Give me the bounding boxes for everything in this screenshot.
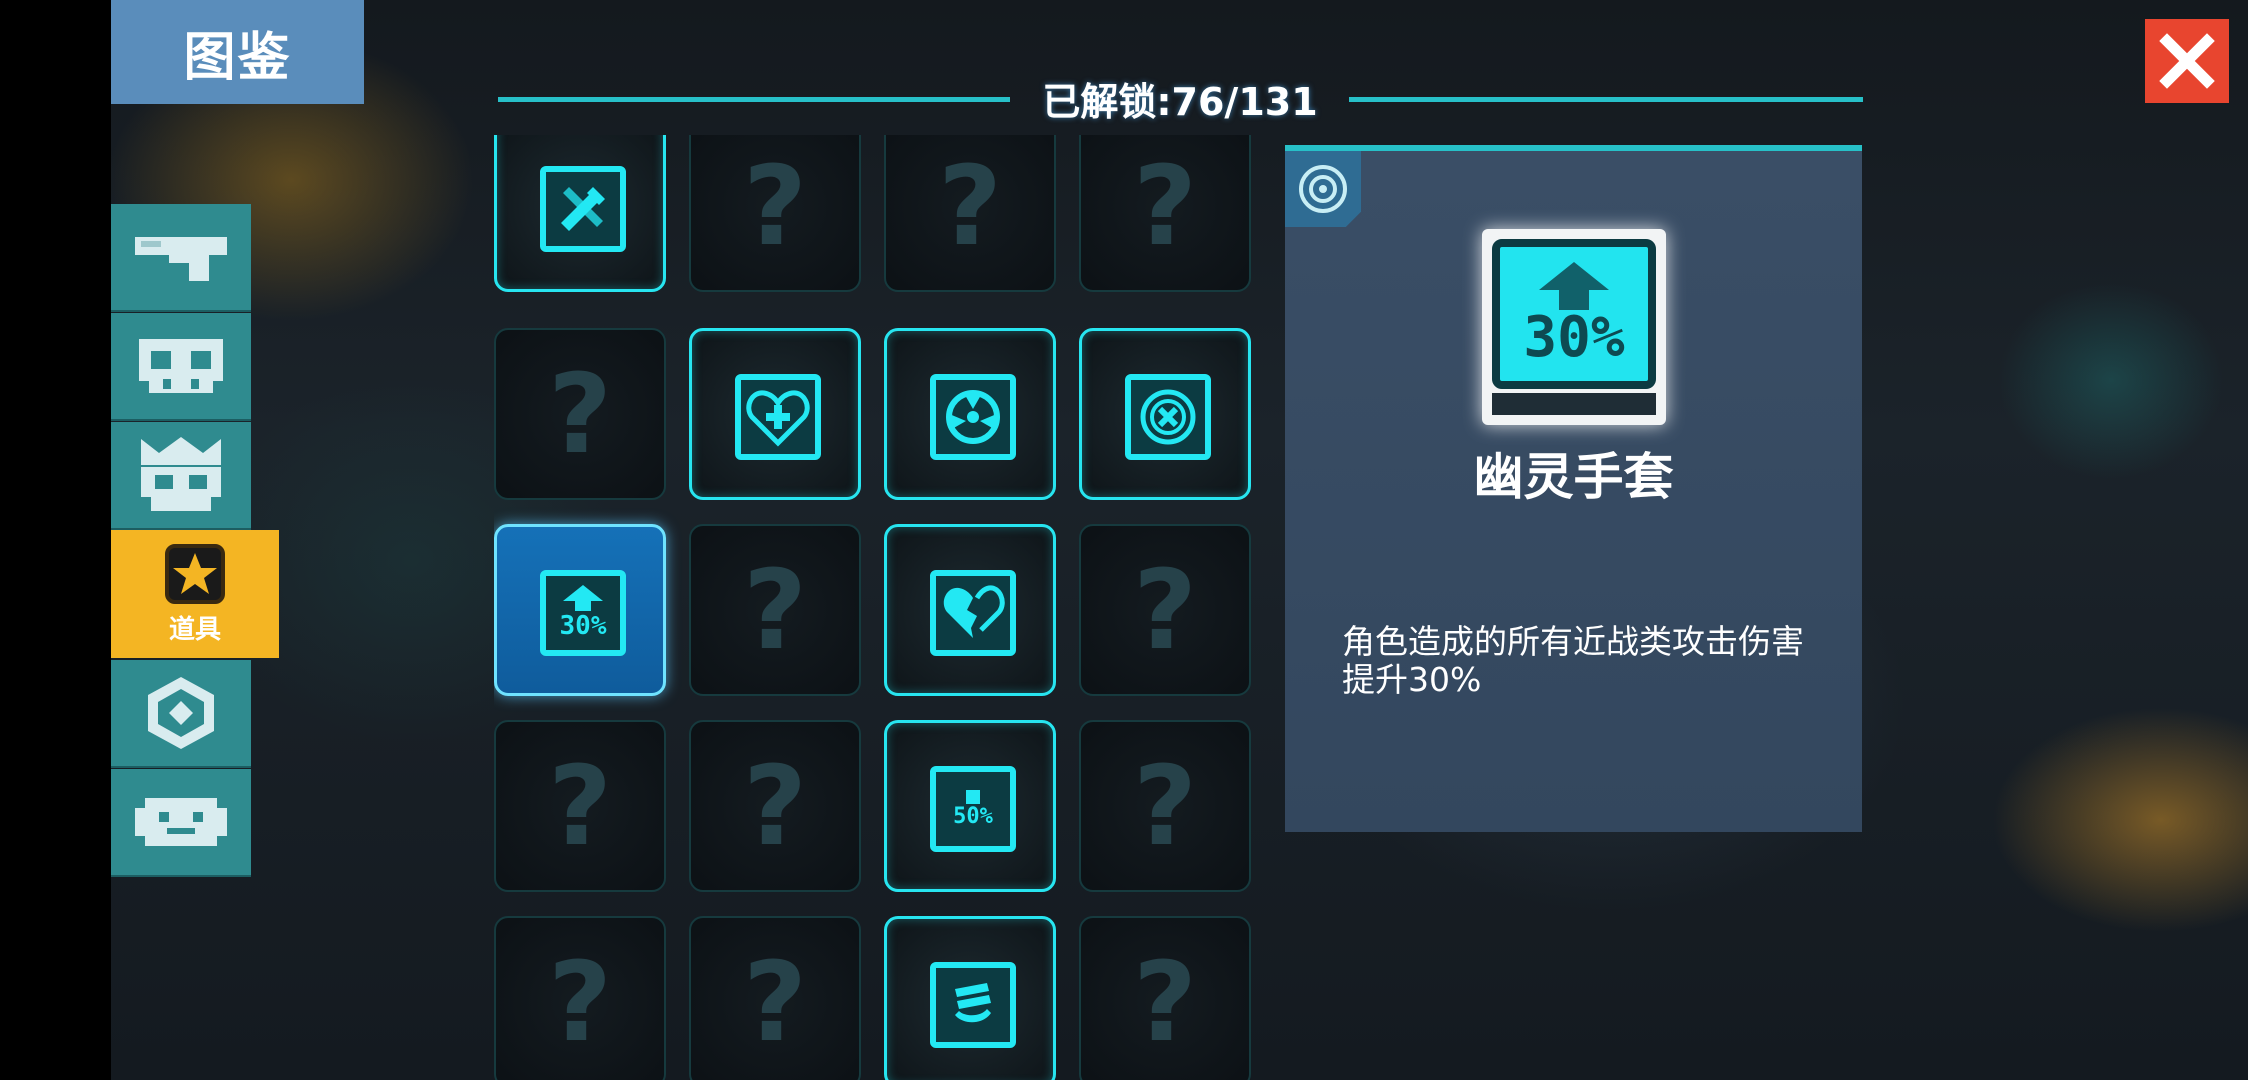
arrow-up-icon	[1539, 262, 1609, 310]
grid-slot[interactable]: ?	[1079, 135, 1251, 292]
locked-question-mark: ?	[938, 142, 1002, 270]
close-button[interactable]	[2145, 19, 2229, 103]
locked-question-mark: ?	[1133, 142, 1197, 270]
grid-slot[interactable]: ?	[494, 720, 666, 892]
grid-slot[interactable]	[884, 524, 1056, 696]
grid-slot[interactable]	[1079, 328, 1251, 500]
grid-slot[interactable]: ?	[884, 135, 1056, 292]
locked-question-mark: ?	[743, 938, 807, 1066]
locked-question-mark: ?	[1133, 938, 1197, 1066]
item-name: 幽灵手套	[1473, 448, 1674, 506]
unlock-counter: 已解锁:76/131	[1042, 80, 1318, 124]
heart-cross-icon	[735, 374, 821, 460]
locked-question-mark: ?	[743, 742, 807, 870]
gun-icon	[135, 237, 227, 281]
sidebar-item-weapons[interactable]	[111, 204, 251, 312]
grid-slot[interactable]: ?	[689, 720, 861, 892]
grid-slot[interactable]: ?	[494, 916, 666, 1080]
page-title: 图鉴	[111, 0, 364, 104]
selected-item-percent: 30%	[1523, 305, 1625, 370]
radiation-icon	[930, 374, 1016, 460]
sidebar-item-label: 道具	[168, 614, 221, 645]
sidebar-item-items[interactable]: 道具	[111, 530, 279, 658]
hexagon-badge-icon	[148, 677, 214, 749]
grid-slot[interactable]: ?	[689, 135, 861, 292]
star-icon	[165, 543, 225, 604]
grid-slot-selected[interactable]: 30%	[494, 524, 666, 696]
item-grid: ? ? ? ? 30% ? ? ? ? 50% ? ? ? ?	[494, 135, 1259, 1080]
locked-question-mark: ?	[548, 938, 612, 1066]
locked-question-mark: ?	[1133, 546, 1197, 674]
grid-slot[interactable]: ?	[1079, 524, 1251, 696]
sidebar-item-bosses[interactable]	[111, 422, 251, 530]
panel-tag	[1285, 151, 1361, 227]
header-line-left	[498, 97, 1010, 102]
broken-heart-icon	[930, 570, 1016, 656]
grid-slot[interactable]: ?	[689, 916, 861, 1080]
selected-item-icon: 30%	[1482, 229, 1666, 425]
icon-base	[1492, 393, 1656, 415]
grid-slot[interactable]: 50%	[884, 720, 1056, 892]
item-description: 角色造成的所有近战类攻击伤害提升30%	[1342, 622, 1804, 699]
locked-question-mark: ?	[548, 742, 612, 870]
grid-slot[interactable]	[884, 328, 1056, 500]
grid-slot[interactable]: ?	[494, 328, 666, 500]
item-percent-label: 50%	[953, 803, 993, 829]
grid-slot[interactable]: ?	[1079, 720, 1251, 892]
locked-question-mark: ?	[1133, 742, 1197, 870]
grid-slot[interactable]: ?	[1079, 916, 1251, 1080]
grid-slot[interactable]	[884, 916, 1056, 1080]
grid-slot[interactable]	[494, 135, 666, 292]
coins-icon	[930, 962, 1016, 1048]
grid-slot[interactable]	[689, 328, 861, 500]
crowned-skull-icon	[141, 437, 221, 511]
locked-question-mark: ?	[743, 142, 807, 270]
grid-slot[interactable]: ?	[689, 524, 861, 696]
sidebar-item-achievements[interactable]	[111, 660, 251, 768]
arrow-up-30-icon: 30%	[540, 570, 626, 656]
close-icon	[2159, 33, 2215, 89]
item-percent-label: 30%	[559, 611, 607, 641]
detail-panel: 30% 幽灵手套 角色造成的所有近战类攻击伤害提升30%	[1285, 145, 1862, 832]
locked-question-mark: ?	[743, 546, 807, 674]
robot-face-icon	[135, 798, 227, 846]
weapons-icon	[540, 166, 626, 252]
sidebar-item-enemies[interactable]	[111, 313, 251, 421]
skull-icon	[139, 339, 223, 393]
cross-circle-icon	[1125, 374, 1211, 460]
bottle-50-icon: 50%	[930, 766, 1016, 852]
sidebar-item-pets[interactable]	[111, 769, 251, 877]
header-line-right	[1349, 97, 1863, 102]
locked-question-mark: ?	[548, 350, 612, 478]
target-icon	[1299, 165, 1347, 213]
